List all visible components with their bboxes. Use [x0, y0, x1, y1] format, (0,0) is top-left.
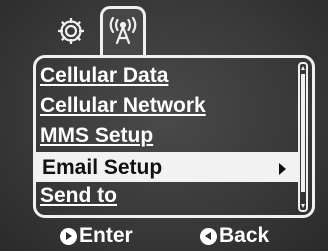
gear-icon [55, 15, 87, 51]
tab-cellular[interactable] [100, 6, 146, 56]
antenna-icon [106, 15, 140, 51]
menu-list: Cellular Data Cellular Network MMS Setup… [36, 62, 298, 212]
submenu-arrow-icon [279, 163, 286, 175]
menu-panel: Cellular Data Cellular Network MMS Setup… [33, 55, 315, 218]
enter-label: Enter [79, 224, 133, 247]
right-key-icon [60, 227, 77, 245]
menu-item-mms-setup[interactable]: MMS Setup [36, 122, 298, 152]
scroll-thumb[interactable] [301, 74, 305, 192]
scrollbar[interactable] [298, 62, 308, 212]
left-key-icon [200, 227, 217, 245]
camera-menu-screen: Cellular Data Cellular Network MMS Setup… [0, 0, 328, 251]
menu-item-label: Email Setup [42, 156, 163, 179]
menu-item-cellular-network[interactable]: Cellular Network [36, 92, 298, 122]
soft-key-bar: Enter Back [0, 222, 328, 251]
menu-item-cellular-data[interactable]: Cellular Data [36, 62, 298, 92]
menu-item-label: Send to [40, 184, 117, 207]
back-button[interactable]: Back [200, 224, 269, 248]
menu-item-email-setup[interactable]: Email Setup [36, 152, 298, 182]
back-label: Back [219, 224, 270, 247]
scroll-down-icon [301, 204, 305, 208]
tab-bar [0, 0, 328, 58]
menu-item-label: Cellular Data [40, 64, 169, 87]
tab-settings[interactable] [48, 10, 94, 56]
menu-item-label: Cellular Network [40, 94, 206, 117]
menu-item-label: MMS Setup [40, 124, 154, 147]
scroll-up-icon [301, 66, 305, 70]
enter-button[interactable]: Enter [60, 224, 133, 248]
menu-item-send-to[interactable]: Send to [36, 182, 298, 212]
